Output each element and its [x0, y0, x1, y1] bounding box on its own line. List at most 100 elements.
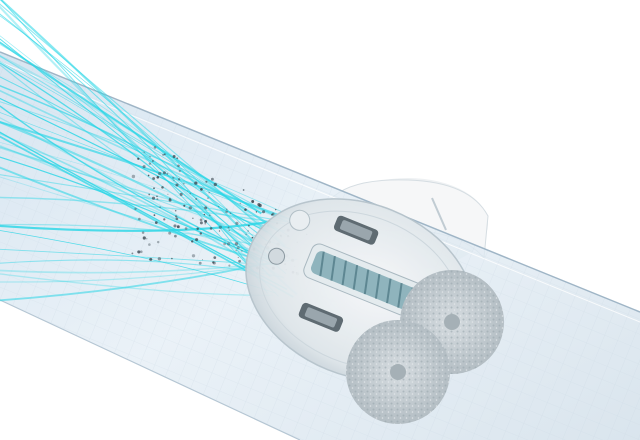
- dust-particle: [162, 153, 165, 156]
- dust-particle: [149, 257, 153, 261]
- dust-particle: [236, 246, 240, 250]
- dust-particle: [226, 242, 231, 246]
- dust-particle: [274, 208, 277, 211]
- dust-particle: [228, 264, 231, 267]
- dust-particle: [131, 252, 134, 255]
- dust-particle: [239, 202, 241, 205]
- dust-particle: [188, 206, 192, 210]
- dust-particle: [204, 222, 207, 225]
- dust-particle: [213, 256, 217, 259]
- dust-particle: [241, 250, 243, 252]
- dust-particle: [154, 221, 158, 224]
- dust-particle: [244, 208, 247, 211]
- dust-particle: [153, 187, 155, 190]
- dust-particle: [192, 217, 194, 219]
- dust-particle: [174, 234, 177, 238]
- dust-particle: [183, 204, 186, 207]
- dust-particle: [183, 183, 185, 185]
- dust-particle: [199, 221, 203, 225]
- dust-particle: [163, 153, 166, 156]
- dust-particle: [208, 191, 210, 194]
- dust-particle: [225, 210, 228, 214]
- dust-particle: [257, 203, 261, 207]
- dust-particle: [191, 254, 196, 258]
- dust-particle: [251, 236, 254, 239]
- dust-particle: [202, 259, 203, 261]
- dust-particle: [178, 169, 181, 173]
- dust-particle: [212, 261, 215, 264]
- dust-particle: [176, 157, 179, 160]
- dust-particle: [152, 177, 156, 180]
- dust-particle: [199, 232, 203, 235]
- dust-particle: [238, 259, 241, 263]
- dust-particle: [229, 212, 232, 215]
- dust-particle: [262, 210, 266, 214]
- dust-particle: [209, 214, 211, 217]
- dust-particle: [148, 162, 152, 165]
- dust-particle: [218, 230, 221, 232]
- dust-particle: [174, 209, 177, 212]
- dust-particle: [235, 250, 237, 252]
- dust-particle: [156, 195, 158, 198]
- dust-particle: [189, 192, 191, 195]
- dust-particle: [205, 180, 208, 183]
- dust-particle: [149, 155, 151, 158]
- dust-particle: [143, 151, 145, 153]
- dust-particle: [162, 171, 166, 175]
- dust-particle: [177, 164, 180, 168]
- dust-particle: [248, 224, 250, 227]
- dust-particle: [169, 197, 171, 200]
- dust-particle: [196, 227, 199, 231]
- dust-particle: [172, 176, 175, 179]
- dust-particle: [199, 218, 203, 222]
- dust-particle: [171, 257, 173, 260]
- dust-particle: [195, 198, 198, 200]
- scene-svg: [0, 0, 640, 440]
- dust-particle: [147, 174, 150, 177]
- dust-particle: [168, 231, 172, 235]
- dust-particle: [142, 165, 146, 169]
- product-illustration: [0, 0, 640, 440]
- dust-particle: [204, 219, 208, 223]
- dust-particle: [151, 196, 156, 200]
- dust-particle: [191, 240, 194, 243]
- dust-particle: [138, 217, 141, 221]
- dust-particle: [227, 226, 230, 229]
- dust-particle: [235, 221, 239, 225]
- dust-particle: [218, 225, 223, 229]
- dust-particle: [213, 182, 217, 187]
- dust-particle: [234, 242, 239, 246]
- dust-particle: [200, 188, 203, 191]
- dust-particle: [179, 192, 183, 196]
- dust-particle: [184, 227, 188, 230]
- dust-particle: [228, 229, 230, 231]
- dust-particle: [271, 213, 273, 216]
- dust-particle: [158, 171, 162, 176]
- dust-particle: [237, 256, 239, 259]
- dust-particle: [203, 213, 206, 216]
- dust-particle: [194, 181, 198, 185]
- dust-particle: [157, 257, 162, 261]
- dust-particle: [148, 193, 151, 196]
- dust-particle: [195, 238, 199, 242]
- dust-particle: [178, 178, 181, 181]
- dust-particle: [137, 157, 140, 160]
- dust-particle: [141, 231, 145, 234]
- dust-particle: [174, 215, 178, 218]
- dust-particle: [207, 197, 209, 199]
- dust-particle: [163, 218, 166, 221]
- dust-particle: [176, 225, 180, 229]
- dust-particle: [134, 207, 137, 211]
- dust-particle: [204, 206, 208, 210]
- dust-particle: [173, 224, 177, 228]
- dust-particle: [131, 174, 136, 179]
- dust-particle: [226, 208, 228, 210]
- dust-particle: [172, 155, 176, 158]
- dust-particle: [175, 183, 179, 187]
- dust-particle: [223, 242, 226, 246]
- dust-particle: [151, 160, 154, 162]
- dust-particle: [159, 206, 162, 209]
- dust-particle: [255, 211, 258, 213]
- dust-particle: [198, 261, 202, 265]
- dust-particle: [167, 193, 169, 195]
